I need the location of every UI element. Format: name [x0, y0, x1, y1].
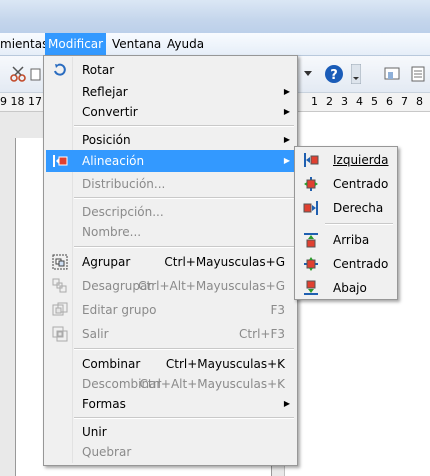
modificar-menu: Rotar Reflejar ▶ Convertir ▶ Posición ▶ …: [43, 55, 298, 466]
menu-item-label: Salir: [82, 327, 109, 341]
menu-item-nombre[interactable]: Nombre...: [46, 221, 295, 243]
submenu-item-izquierda[interactable]: Izquierda: [297, 149, 395, 171]
submenu-item-arriba[interactable]: Arriba: [297, 229, 395, 251]
menu-item-label: Editar grupo: [82, 303, 157, 317]
align-right-icon: [303, 200, 319, 216]
submenu-item-centrado-vertical[interactable]: Centrado: [297, 253, 395, 275]
dropdown-arrow-icon[interactable]: [302, 64, 314, 84]
menu-item-label: Alineación: [82, 154, 145, 168]
menu-item-rotar[interactable]: Rotar: [46, 59, 295, 81]
menu-separator: [74, 348, 294, 350]
align-bottom-icon: [303, 280, 319, 296]
submenu-arrow-icon: ▶: [283, 399, 290, 408]
submenu-item-centrado-horizontal[interactable]: Centrado: [297, 173, 395, 195]
menu-ventana[interactable]: Ventana: [109, 33, 164, 55]
menu-item-label: Reflejar: [82, 85, 128, 99]
submenu-item-label: Centrado: [333, 177, 389, 191]
alineacion-submenu: Izquierda Centrado Derecha Arriba Centra…: [294, 146, 398, 300]
submenu-arrow-icon: ▶: [283, 156, 290, 165]
menu-item-label: Distribución...: [82, 177, 166, 191]
cut-icon[interactable]: [8, 64, 28, 84]
menu-ayuda[interactable]: Ayuda: [164, 33, 207, 55]
ruler-tick: 3: [341, 95, 348, 108]
menu-item-label: Combinar: [82, 357, 141, 371]
menu-item-descombinar[interactable]: Descombinar Ctrl+Alt+Mayusculas+K: [46, 373, 295, 395]
group-icon: [52, 254, 68, 270]
ruler-tick: 6: [386, 95, 393, 108]
svg-text:?: ?: [330, 68, 338, 83]
exit-group-icon: [52, 326, 68, 342]
menu-item-shortcut: Ctrl+Mayusculas+G: [164, 255, 285, 269]
menu-item-unir[interactable]: Unir: [46, 421, 295, 443]
align-top-icon: [303, 232, 319, 248]
menu-bar: mientas Modificar Ventana Ayuda: [0, 33, 430, 56]
submenu-arrow-icon: ▶: [283, 107, 290, 116]
menu-item-convertir[interactable]: Convertir ▶: [46, 101, 295, 123]
submenu-item-abajo[interactable]: Abajo: [297, 277, 395, 299]
menu-separator: [74, 197, 294, 199]
menu-item-combinar[interactable]: Combinar Ctrl+Mayusculas+K: [46, 353, 295, 375]
ruler-tick: 2: [326, 95, 333, 108]
menu-item-label: Agrupar: [82, 255, 131, 269]
submenu-item-label: Derecha: [333, 201, 384, 215]
menu-item-formas[interactable]: Formas ▶: [46, 393, 295, 415]
ruler-tick: 7: [401, 95, 408, 108]
toolbar-overflow-icon[interactable]: [350, 64, 362, 84]
align-center-vertical-icon: [303, 256, 319, 272]
menu-item-label: Quebrar: [82, 445, 132, 459]
menu-item-label: Rotar: [82, 63, 115, 77]
menu-item-label: Nombre...: [82, 225, 142, 239]
menu-separator: [74, 246, 294, 248]
help-icon[interactable]: ?: [324, 64, 344, 84]
form-icon[interactable]: [382, 64, 402, 84]
ungroup-icon: [52, 278, 68, 294]
align-center-horizontal-icon: [303, 176, 319, 192]
rotate-icon: [52, 62, 68, 78]
align-left-icon: [303, 152, 319, 168]
menu-item-desagrupar[interactable]: Desagrupar Ctrl+Alt+Mayusculas+G: [46, 275, 295, 297]
menu-item-shortcut: Ctrl+Alt+Mayusculas+K: [139, 377, 285, 391]
menu-herramientas[interactable]: mientas: [0, 33, 51, 55]
menu-separator: [74, 417, 294, 419]
menu-item-shortcut: F3: [270, 303, 285, 317]
menu-item-posicion[interactable]: Posición ▶: [46, 129, 295, 151]
menu-item-label: Unir: [82, 425, 107, 439]
submenu-separator: [325, 223, 393, 225]
menu-modificar[interactable]: Modificar: [45, 33, 107, 55]
navigator-icon[interactable]: [408, 64, 428, 84]
submenu-arrow-icon: ▶: [283, 135, 290, 144]
menu-item-label: Convertir: [82, 105, 138, 119]
submenu-arrow-icon: ▶: [283, 87, 290, 96]
copy-icon[interactable]: [30, 64, 42, 84]
submenu-item-label: Abajo: [333, 281, 367, 295]
edit-group-icon: [52, 302, 68, 318]
ruler-tick: 4: [356, 95, 363, 108]
menu-item-salir[interactable]: Salir Ctrl+F3: [46, 323, 295, 345]
submenu-item-label: Centrado: [333, 257, 389, 271]
menu-item-agrupar[interactable]: Agrupar Ctrl+Mayusculas+G: [46, 251, 295, 273]
menu-item-label: Posición: [82, 133, 131, 147]
window-titlebar: [0, 0, 430, 33]
menu-item-label: Descripción...: [82, 205, 164, 219]
submenu-item-derecha[interactable]: Derecha: [297, 197, 395, 219]
align-icon: [52, 153, 68, 169]
ruler-tick: 8: [416, 95, 423, 108]
menu-item-label: Formas: [82, 397, 126, 411]
menu-separator: [74, 125, 294, 127]
menu-item-shortcut: Ctrl+Alt+Mayusculas+G: [138, 279, 285, 293]
menu-item-shortcut: Ctrl+Mayusculas+K: [165, 357, 285, 371]
menu-item-reflejar[interactable]: Reflejar ▶: [46, 81, 295, 103]
menu-item-alineacion[interactable]: Alineación ▶: [46, 150, 295, 172]
menu-item-quebrar[interactable]: Quebrar: [46, 441, 295, 463]
submenu-item-label: Izquierda: [333, 153, 389, 167]
menu-item-shortcut: Ctrl+F3: [239, 327, 285, 341]
menu-item-descripcion[interactable]: Descripción...: [46, 201, 295, 223]
submenu-item-label: Arriba: [333, 233, 370, 247]
ruler-tick: 5: [371, 95, 378, 108]
menu-item-distribucion[interactable]: Distribución...: [46, 173, 295, 195]
ruler-tick: 1: [311, 95, 318, 108]
menu-item-editar-grupo[interactable]: Editar grupo F3: [46, 299, 295, 321]
